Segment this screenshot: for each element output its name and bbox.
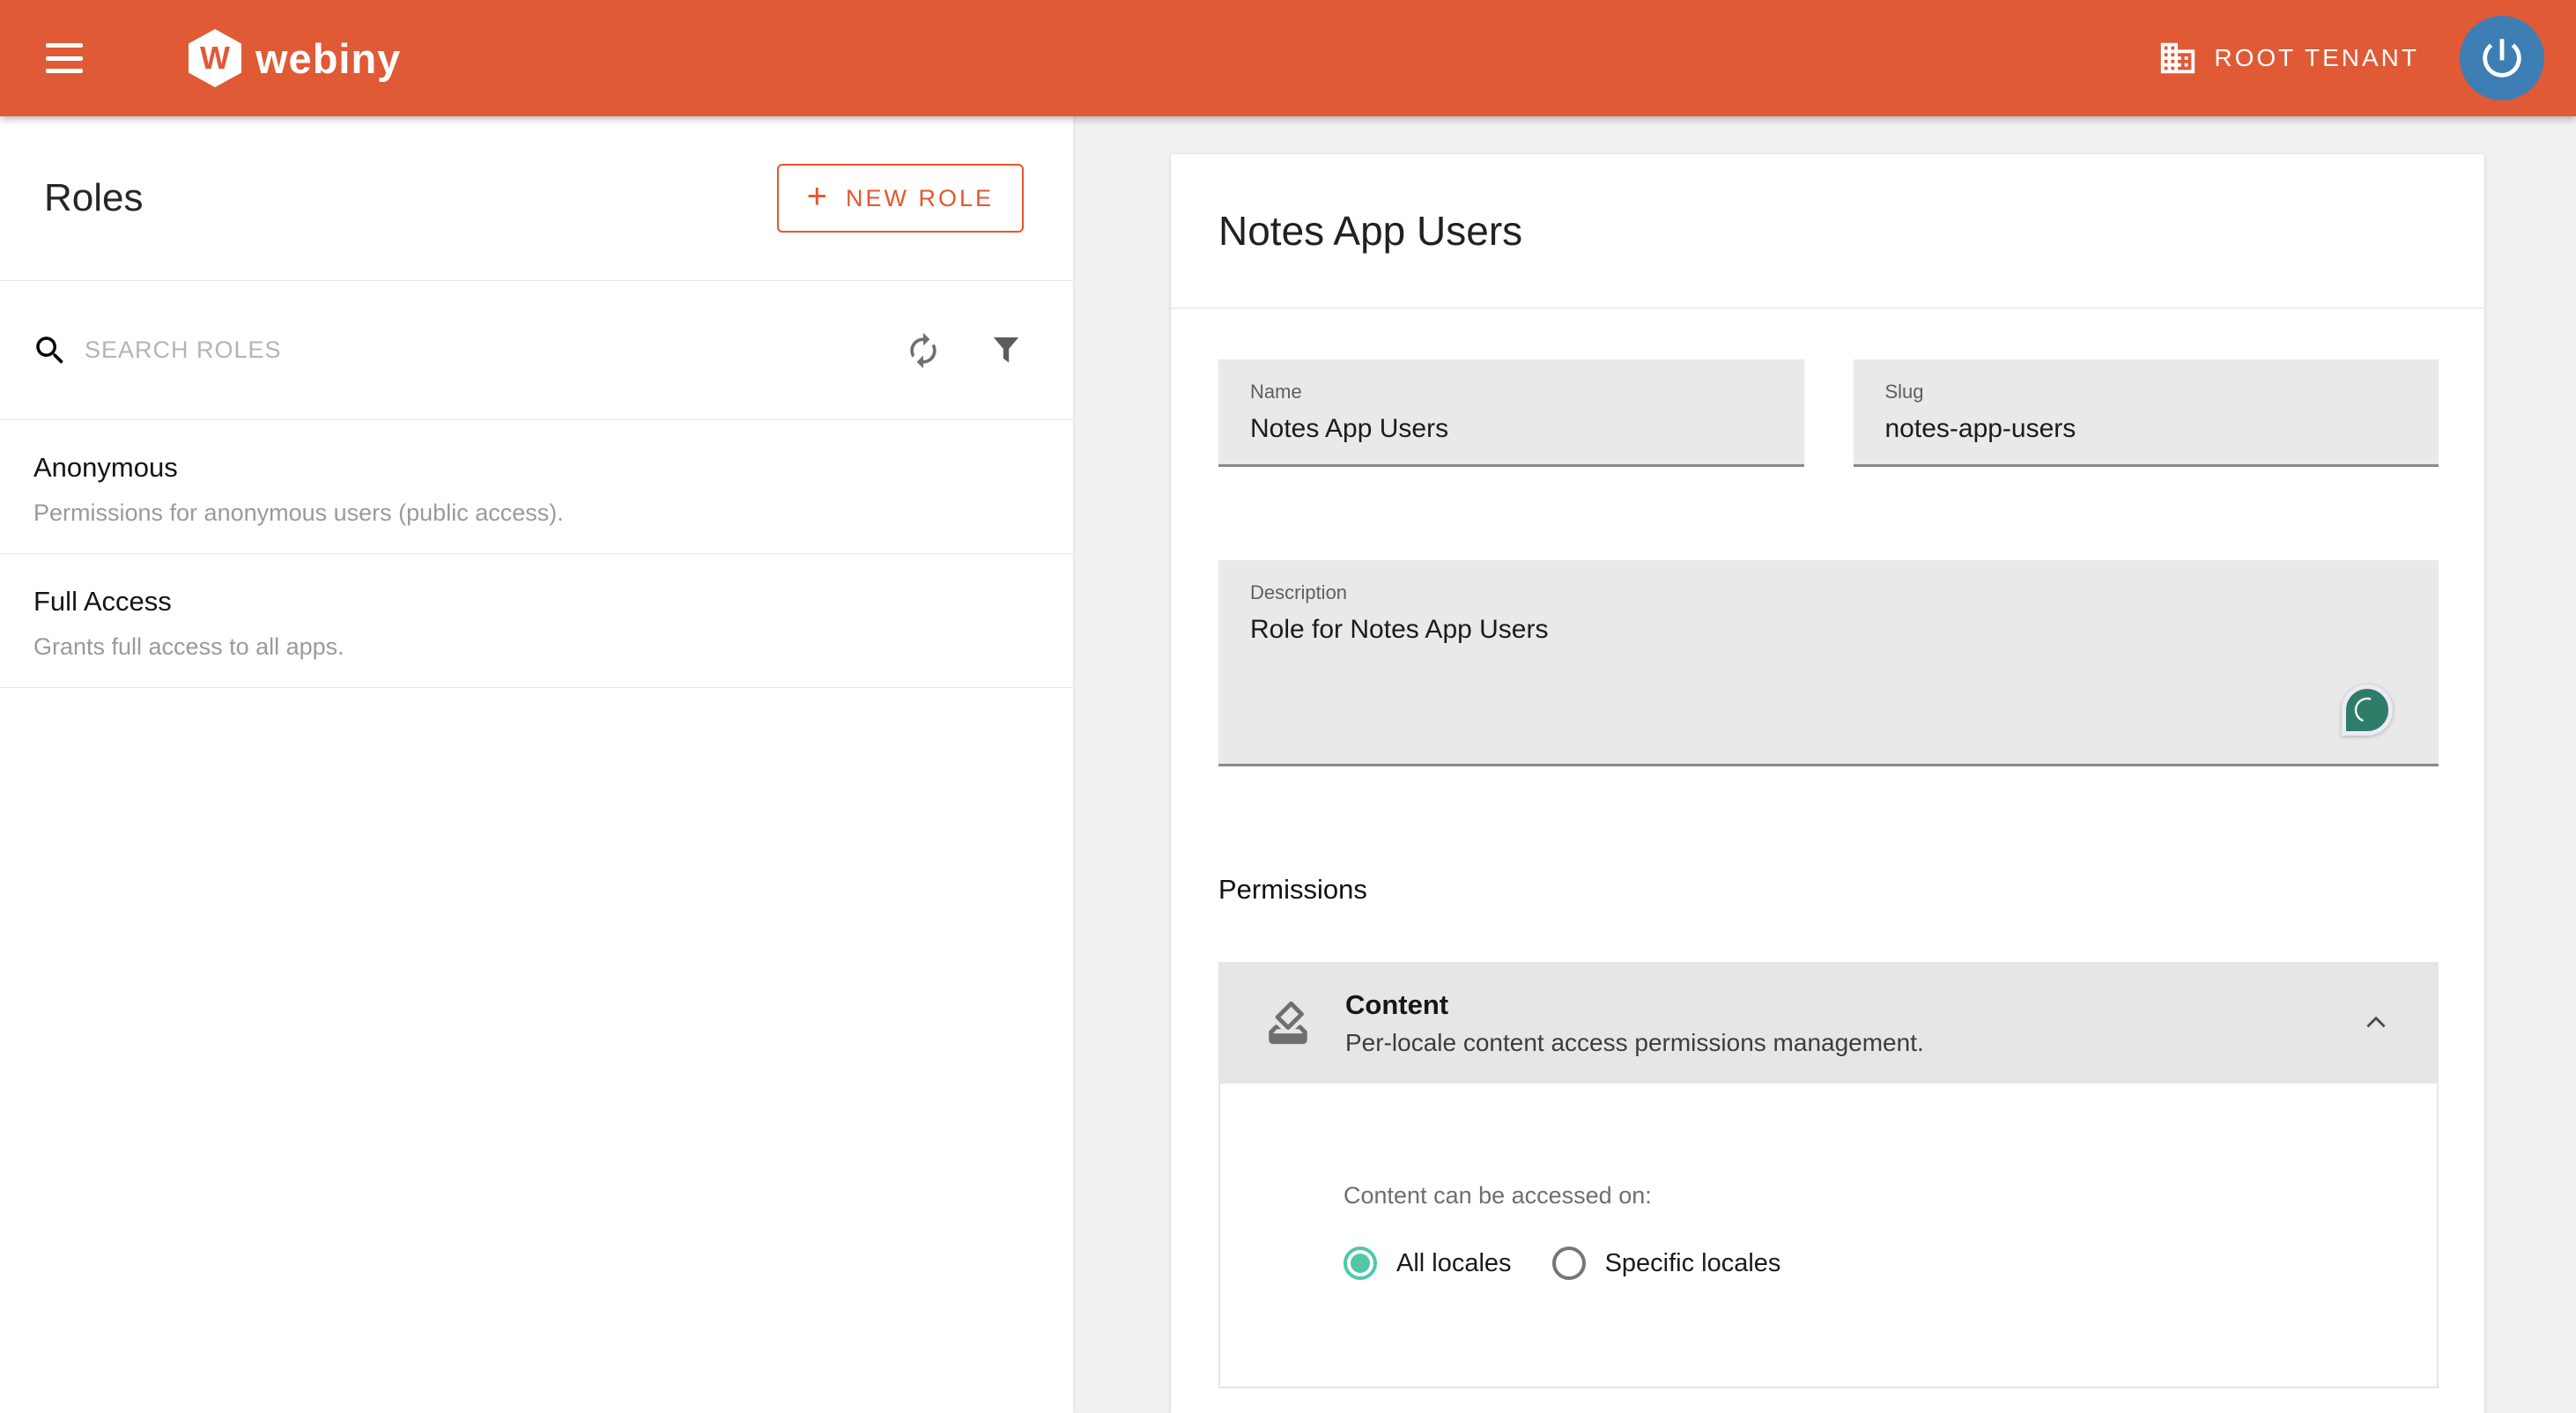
- role-title-row: Notes App Users: [1171, 154, 2484, 309]
- slug-field: Slug: [1854, 359, 2439, 467]
- role-item-description: Grants full access to all apps.: [33, 633, 1038, 661]
- cursor-spinner-icon: [2342, 684, 2393, 736]
- slug-input[interactable]: [1885, 414, 2408, 444]
- role-detail-card: Notes App Users Name Slug Description: [1171, 154, 2484, 1413]
- webiny-hexagon-icon: W: [189, 29, 241, 87]
- access-question-label: Content can be accessed on:: [1344, 1182, 2437, 1210]
- radio-selected-icon: [1344, 1247, 1377, 1280]
- radio-label: All locales: [1396, 1249, 1512, 1278]
- accordion-header-content[interactable]: Content Per-locale content access permis…: [1218, 962, 2439, 1084]
- chevron-up-icon[interactable]: [2358, 1004, 2395, 1041]
- search-bar: [0, 281, 1073, 420]
- roles-panel-header: Roles + NEW ROLE: [0, 116, 1073, 281]
- role-item-name: Full Access: [33, 586, 1038, 618]
- radio-unselected-icon: [1552, 1247, 1586, 1280]
- role-list-item-anonymous[interactable]: Anonymous Permissions for anonymous user…: [0, 420, 1073, 554]
- search-icon: [32, 332, 69, 369]
- role-title: Notes App Users: [1218, 207, 1522, 255]
- power-icon: [2476, 33, 2528, 84]
- permissions-heading: Permissions: [1218, 874, 2484, 906]
- content-area: Notes App Users Name Slug Description: [1073, 116, 2576, 1413]
- description-input[interactable]: [1250, 615, 2407, 747]
- accordion-titles: Content Per-locale content access permis…: [1345, 989, 2358, 1057]
- accordion-body: Content can be accessed on: All locales …: [1218, 1084, 2439, 1388]
- roles-panel: Roles + NEW ROLE: [0, 116, 1073, 1413]
- roles-list: Anonymous Permissions for anonymous user…: [0, 420, 1073, 688]
- name-input[interactable]: [1250, 414, 1773, 444]
- tenant-label: ROOT TENANT: [2214, 44, 2419, 72]
- name-slug-row: Name Slug: [1218, 359, 2439, 467]
- refresh-icon[interactable]: [904, 331, 943, 370]
- content-permissions-accordion: Content Per-locale content access permis…: [1218, 962, 2439, 1388]
- radio-all-locales[interactable]: All locales: [1344, 1247, 1512, 1280]
- tenant-selector[interactable]: ROOT TENANT: [2158, 38, 2419, 78]
- slug-field-label: Slug: [1885, 381, 2408, 403]
- main-layout: Roles + NEW ROLE: [0, 116, 2576, 1413]
- menu-icon[interactable]: [46, 43, 83, 73]
- locales-radio-group: All locales Specific locales: [1344, 1247, 2437, 1280]
- role-item-name: Anonymous: [33, 452, 1038, 484]
- role-list-item-full-access[interactable]: Full Access Grants full access to all ap…: [0, 554, 1073, 688]
- radio-specific-locales[interactable]: Specific locales: [1552, 1247, 1781, 1280]
- description-field-label: Description: [1250, 581, 2407, 604]
- name-field: Name: [1218, 359, 1804, 467]
- building-icon: [2158, 38, 2198, 78]
- webiny-logo-letter: W: [200, 40, 230, 77]
- avatar[interactable]: [2460, 16, 2544, 100]
- accordion-title: Content: [1345, 989, 2358, 1021]
- page-title: Roles: [44, 176, 144, 220]
- ballot-icon: [1262, 997, 1314, 1048]
- new-role-label: NEW ROLE: [846, 185, 994, 212]
- accordion-subtitle: Per-locale content access permissions ma…: [1345, 1029, 2358, 1057]
- role-item-description: Permissions for anonymous users (public …: [33, 499, 1038, 527]
- search-input[interactable]: [85, 337, 904, 364]
- webiny-wordmark: webiny: [255, 34, 401, 83]
- plus-icon: +: [807, 179, 830, 214]
- filter-icon[interactable]: [988, 333, 1024, 368]
- description-field: Description: [1218, 560, 2439, 766]
- radio-label: Specific locales: [1605, 1249, 1781, 1278]
- app-bar: W webiny ROOT TENANT: [0, 0, 2576, 116]
- webiny-logo[interactable]: W webiny: [189, 29, 401, 87]
- new-role-button[interactable]: + NEW ROLE: [777, 164, 1024, 233]
- name-field-label: Name: [1250, 381, 1773, 403]
